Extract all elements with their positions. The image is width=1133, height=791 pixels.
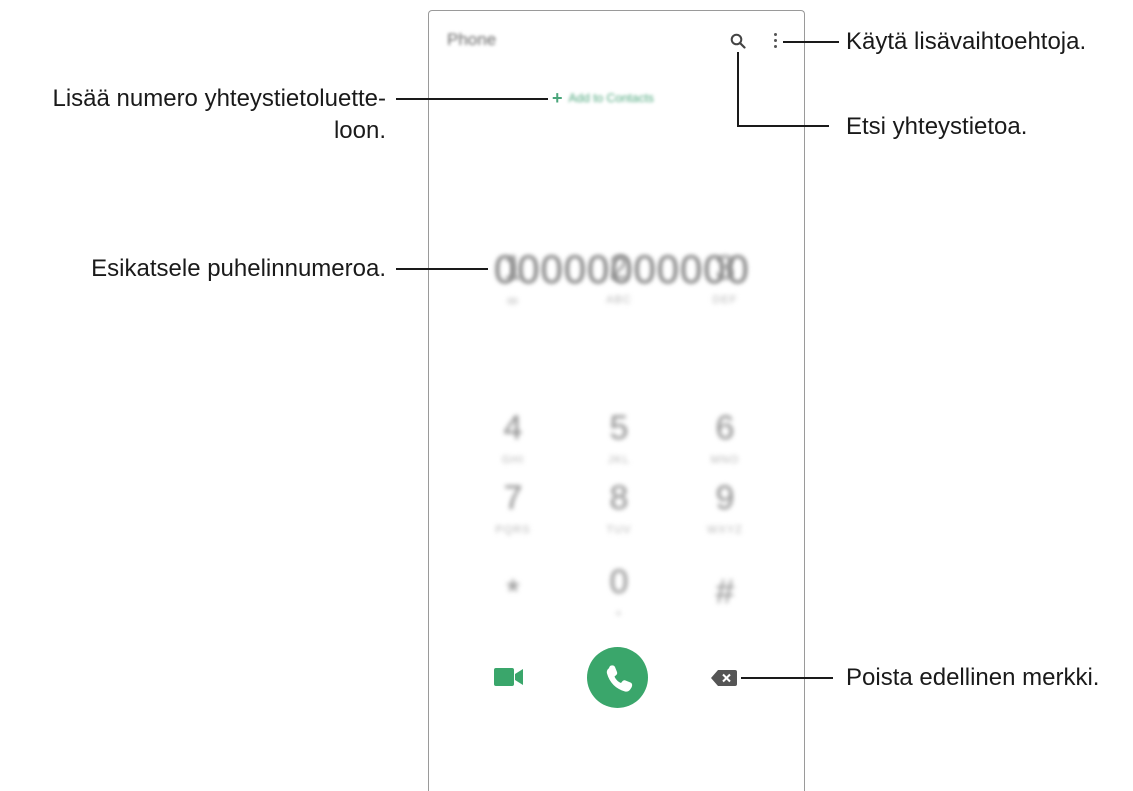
key-digit: *: [506, 573, 520, 611]
key-letters: ABC: [606, 294, 632, 306]
add-to-contacts-label: Add to Contacts: [568, 91, 654, 105]
search-icon: [730, 33, 746, 49]
callout-preview-number: Esikatsele puhelinnumeroa.: [91, 255, 386, 282]
keypad-key-1[interactable]: 1 ꝏ: [483, 248, 543, 307]
callout-line-delete: [741, 677, 833, 679]
plus-icon: +: [552, 88, 563, 108]
key-letters: WXYZ: [707, 524, 743, 536]
callout-line-more-options: [783, 41, 839, 43]
key-letters: GHI: [501, 454, 525, 466]
key-letters: MNO: [710, 454, 740, 466]
callout-line-search: [737, 52, 739, 127]
key-digit: 9: [715, 479, 735, 517]
callout-delete-char: Poista edellinen merkki.: [846, 664, 1100, 691]
call-button[interactable]: [587, 647, 648, 708]
more-options-icon: [770, 33, 780, 48]
phone-icon: [606, 665, 633, 692]
key-letters: JKL: [608, 454, 630, 466]
key-letters: TUV: [606, 524, 632, 536]
key-digit: 6: [715, 409, 735, 447]
key-letters: DEF: [712, 294, 738, 306]
key-digit: 5: [609, 409, 629, 447]
more-options-button[interactable]: [770, 33, 780, 51]
keypad-key-4[interactable]: 4 GHI: [483, 408, 543, 466]
key-digit: 3: [715, 249, 735, 287]
keypad-key-star[interactable]: *: [483, 572, 543, 618]
video-call-icon: [494, 668, 523, 686]
keypad-key-3[interactable]: 3 DEF: [695, 248, 755, 306]
keypad-key-5[interactable]: 5 JKL: [589, 408, 649, 466]
app-title: Phone: [447, 30, 497, 49]
backspace-icon: [711, 670, 737, 686]
key-digit: 0: [609, 563, 629, 601]
key-digit: #: [715, 573, 735, 611]
callout-line-preview: [396, 268, 488, 270]
key-digit: 7: [503, 479, 523, 517]
key-letters: +: [615, 608, 623, 620]
callout-line-search: [737, 125, 829, 127]
video-call-button[interactable]: [494, 667, 524, 687]
key-letters: ꝏ: [506, 295, 520, 307]
callout-line-add-number: [396, 98, 548, 100]
keypad-key-6[interactable]: 6 MNO: [695, 408, 755, 466]
keypad-key-0[interactable]: 0 +: [589, 562, 649, 620]
keypad-key-9[interactable]: 9 WXYZ: [695, 478, 755, 536]
backspace-button[interactable]: [710, 669, 738, 687]
key-letters: PQRS: [495, 524, 531, 536]
callout-add-number-line1: Lisää numero yhteystietoluette-: [52, 85, 386, 112]
keypad-key-8[interactable]: 8 TUV: [589, 478, 649, 536]
key-digit: 1: [503, 249, 523, 287]
keypad-key-7[interactable]: 7 PQRS: [483, 478, 543, 536]
add-to-contacts-button[interactable]: + Add to Contacts: [552, 88, 654, 109]
keypad-key-2[interactable]: 2 ABC: [589, 248, 649, 306]
keypad-key-hash[interactable]: #: [695, 572, 755, 618]
key-digit: 2: [609, 249, 629, 287]
search-button[interactable]: [730, 33, 746, 49]
key-digit: 8: [609, 479, 629, 517]
key-digit: 4: [503, 409, 523, 447]
callout-more-options: Käytä lisävaihtoehtoja.: [846, 28, 1087, 55]
callout-add-number-line2: loon.: [333, 117, 386, 144]
callout-search-contact: Etsi yhteystietoa.: [846, 113, 1028, 140]
